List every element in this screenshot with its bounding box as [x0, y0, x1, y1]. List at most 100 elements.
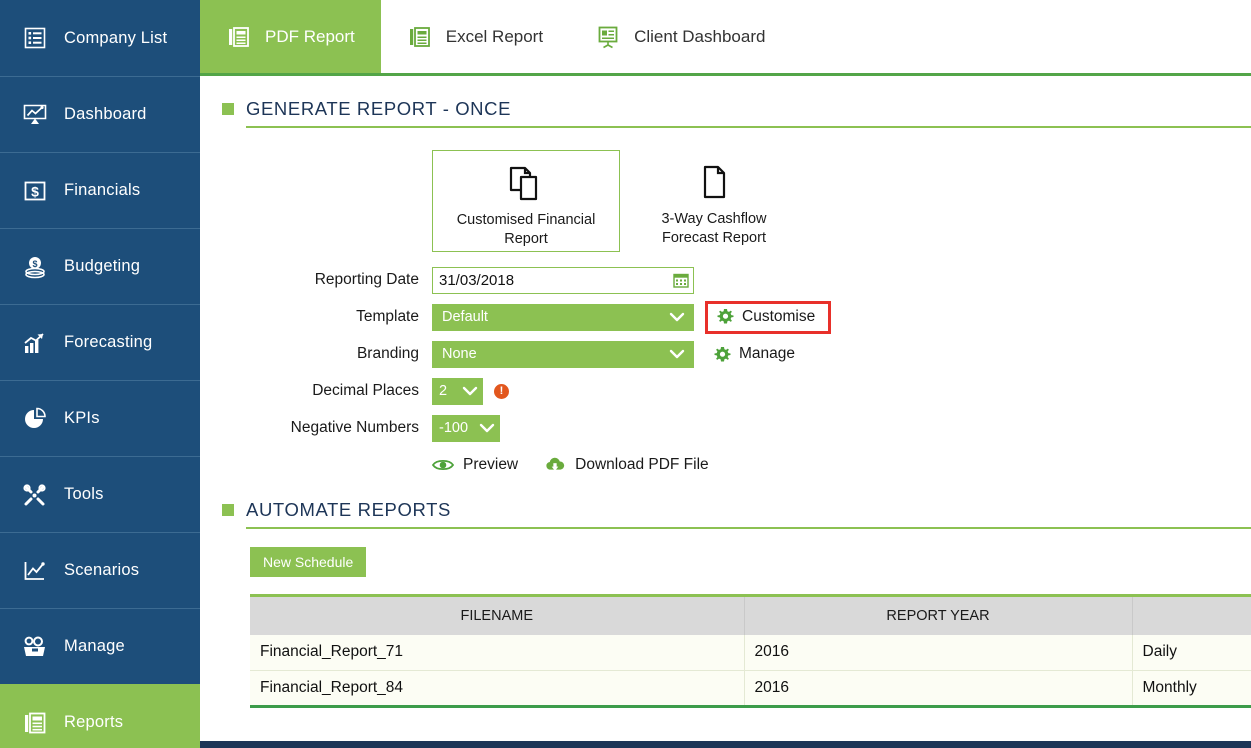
decimal-places-select[interactable]: 2: [432, 378, 483, 405]
negative-numbers-select[interactable]: -100: [432, 415, 500, 442]
sidebar-item-label: Company List: [64, 29, 167, 48]
sidebar-item-forecasting[interactable]: Forecasting: [0, 304, 200, 380]
svg-text:$: $: [31, 183, 39, 199]
sidebar-item-label: Dashboard: [64, 105, 147, 124]
company-list-icon: [20, 23, 50, 53]
reporting-date-value: 31/03/2018: [439, 272, 673, 289]
reporting-date-label: Reporting Date: [220, 271, 432, 289]
column-header-filename[interactable]: FILENAME: [250, 597, 744, 635]
eye-icon: [432, 455, 454, 475]
tab-label: Excel Report: [446, 27, 543, 47]
sidebar-item-dashboard[interactable]: Dashboard: [0, 76, 200, 152]
field-row-template: Template Default Customise: [220, 303, 1251, 331]
tab-label: PDF Report: [265, 27, 355, 47]
tab-excel-report[interactable]: Excel Report: [381, 0, 569, 73]
budgeting-coins-icon: $: [20, 252, 50, 282]
field-row-negative-numbers: Negative Numbers -100: [220, 414, 1251, 442]
negative-numbers-value: -100: [439, 420, 474, 436]
report-type-3way-cashflow[interactable]: 3-Way CashflowForecast Report: [620, 150, 808, 252]
sidebar-item-kpis[interactable]: KPIs: [0, 380, 200, 456]
section-divider: [246, 126, 1251, 128]
section-divider: [246, 527, 1251, 529]
negative-numbers-label: Negative Numbers: [220, 419, 432, 437]
copy-pages-icon: [508, 161, 544, 207]
main-sidebar: Company List Dashboard $ Financials $ Bu…: [0, 0, 200, 748]
financials-dollar-icon: $: [20, 176, 50, 206]
reporting-date-input[interactable]: 31/03/2018: [432, 267, 694, 294]
new-schedule-button[interactable]: New Schedule: [250, 547, 366, 577]
download-pdf-button[interactable]: Download PDF File: [544, 455, 709, 475]
section-bullet-icon: [222, 103, 234, 115]
sidebar-item-tools[interactable]: Tools: [0, 456, 200, 532]
report-type-label: Customised FinancialReport: [457, 211, 596, 249]
reports-document-icon: [20, 708, 50, 738]
report-options-form: Reporting Date 31/03/2018 Template Defau…: [220, 266, 1251, 475]
kpi-pie-chart-icon: [20, 404, 50, 434]
sidebar-item-label: Forecasting: [64, 333, 152, 352]
customise-button[interactable]: Customise: [711, 305, 821, 329]
report-type-selector: Customised FinancialReport 3-Way Cashflo…: [220, 150, 1251, 252]
page-title: GENERATE REPORT - ONCE: [246, 98, 511, 120]
pdf-report-icon: [226, 24, 252, 50]
sidebar-item-financials[interactable]: $ Financials: [0, 152, 200, 228]
cell-filename: Financial_Report_71: [250, 635, 744, 670]
table-row[interactable]: Financial_Report_84 2016 Monthly: [250, 670, 1251, 705]
column-header-frequency[interactable]: [1132, 597, 1251, 635]
automate-reports-header: AUTOMATE REPORTS: [220, 499, 1251, 521]
sidebar-item-label: Tools: [64, 485, 104, 504]
template-label: Template: [220, 308, 432, 326]
sidebar-item-scenarios[interactable]: Scenarios: [0, 532, 200, 608]
decimal-places-label: Decimal Places: [220, 382, 432, 400]
main-panel: PDF Report Excel Report Client Dashboard…: [200, 0, 1251, 748]
column-header-report-year[interactable]: REPORT YEAR: [744, 597, 1132, 635]
field-row-reporting-date: Reporting Date 31/03/2018: [220, 266, 1251, 294]
sidebar-item-label: Budgeting: [64, 257, 140, 276]
sidebar-item-reports[interactable]: Reports: [0, 684, 200, 748]
tab-pdf-report[interactable]: PDF Report: [200, 0, 381, 73]
excel-report-icon: [407, 24, 433, 50]
sidebar-item-budgeting[interactable]: $ Budgeting: [0, 228, 200, 304]
tab-client-dashboard[interactable]: Client Dashboard: [569, 0, 791, 73]
client-dashboard-icon: [595, 24, 621, 50]
manage-label: Manage: [739, 345, 795, 363]
field-row-branding: Branding None Manage: [220, 340, 1251, 368]
chevron-down-icon: [478, 422, 496, 434]
tab-label: Client Dashboard: [634, 27, 765, 47]
manage-branding-button[interactable]: Manage: [708, 342, 801, 366]
table-bottom-border: [250, 705, 1251, 708]
sidebar-item-label: KPIs: [64, 409, 100, 428]
tools-wrench-icon: [20, 480, 50, 510]
customise-label: Customise: [742, 308, 815, 326]
sidebar-item-label: Reports: [64, 713, 123, 732]
report-actions: Preview Download PDF File: [220, 455, 1251, 475]
template-select[interactable]: Default: [432, 304, 694, 331]
cell-filename: Financial_Report_84: [250, 670, 744, 705]
decimal-places-value: 2: [439, 383, 457, 399]
report-type-customised-financial[interactable]: Customised FinancialReport: [432, 150, 620, 252]
preview-label: Preview: [463, 456, 518, 474]
dashboard-icon: [20, 100, 50, 130]
warning-exclamation-icon[interactable]: !: [494, 384, 509, 399]
automate-reports-title: AUTOMATE REPORTS: [246, 499, 451, 521]
table-row[interactable]: Financial_Report_71 2016 Daily: [250, 635, 1251, 670]
forecasting-bars-icon: [20, 328, 50, 358]
branding-select[interactable]: None: [432, 341, 694, 368]
field-row-decimal-places: Decimal Places 2 !: [220, 377, 1251, 405]
sidebar-item-label: Scenarios: [64, 561, 139, 580]
sidebar-item-company-list[interactable]: Company List: [0, 0, 200, 76]
preview-button[interactable]: Preview: [432, 455, 518, 475]
cell-report-year: 2016: [744, 635, 1132, 670]
calendar-icon[interactable]: [673, 272, 689, 288]
download-label: Download PDF File: [575, 456, 709, 474]
application-window: Company List Dashboard $ Financials $ Bu…: [0, 0, 1251, 748]
chevron-down-icon: [668, 311, 686, 323]
gear-icon: [714, 346, 731, 363]
report-type-label: 3-Way CashflowForecast Report: [661, 210, 766, 248]
sidebar-item-manage[interactable]: Manage: [0, 608, 200, 684]
scenarios-line-chart-icon: [20, 556, 50, 586]
cloud-download-icon: [544, 455, 566, 475]
report-tabs: PDF Report Excel Report Client Dashboard: [200, 0, 1251, 76]
gear-icon: [717, 308, 734, 325]
table-header-row: FILENAME REPORT YEAR: [250, 597, 1251, 635]
cell-frequency: Monthly: [1132, 670, 1251, 705]
